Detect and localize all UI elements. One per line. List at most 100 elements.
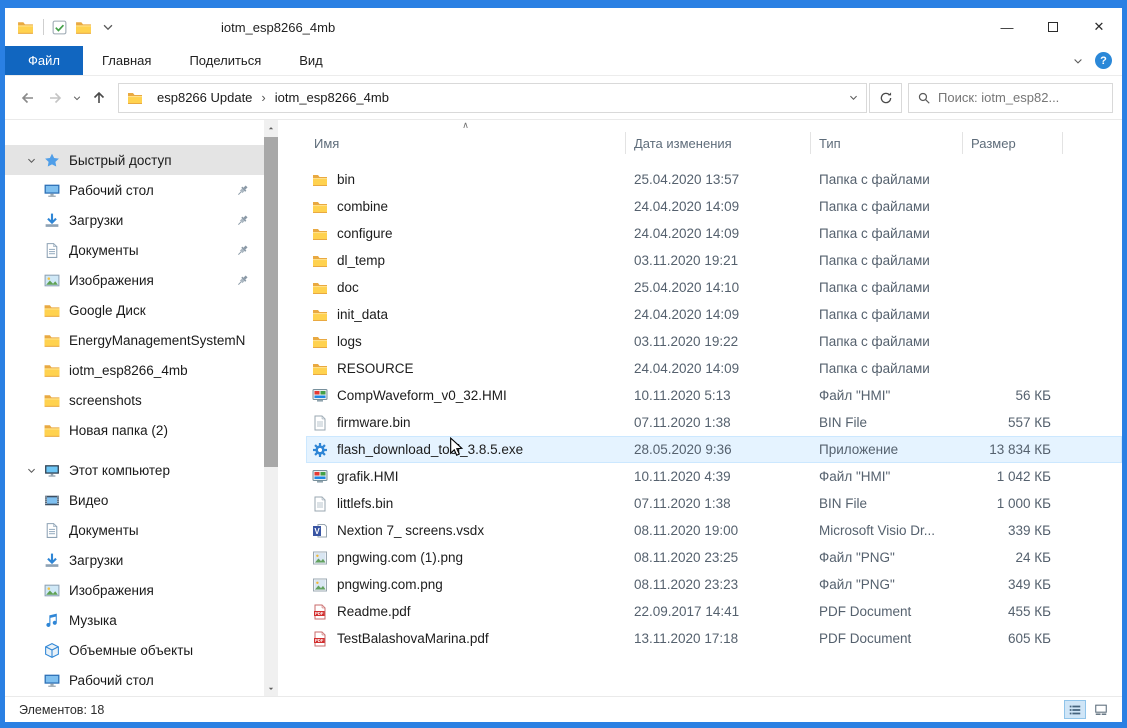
close-button[interactable]: ✕ — [1076, 8, 1122, 46]
file-date: 03.11.2020 19:22 — [626, 334, 811, 349]
file-row-pngwing-com-1-png[interactable]: pngwing.com (1).png08.11.2020 23:25Файл … — [306, 544, 1122, 571]
large-icons-view-button[interactable] — [1090, 700, 1112, 719]
sidebar-item-google-диск[interactable]: Google Диск — [5, 295, 278, 325]
tab-home[interactable]: Главная — [83, 46, 170, 75]
sidebar-item-изображения[interactable]: Изображения — [5, 575, 278, 605]
sidebar-item-загрузки[interactable]: Загрузки — [5, 545, 278, 575]
file-name: doc — [337, 280, 359, 295]
file-name-cell: grafik.HMI — [306, 469, 626, 485]
sidebar-item-изображения[interactable]: Изображения — [5, 265, 278, 295]
folder-file-icon — [312, 280, 328, 296]
expand-chevron-icon[interactable] — [21, 153, 41, 167]
breadcrumb-item-current[interactable]: iotm_esp8266_4mb — [267, 84, 397, 112]
file-row-combine[interactable]: combine24.04.2020 14:09Папка с файлами — [306, 193, 1122, 220]
new-folder-icon[interactable] — [75, 19, 92, 36]
png-file-icon — [312, 550, 328, 566]
png-file-icon — [312, 577, 328, 593]
file-date: 24.04.2020 14:09 — [626, 361, 811, 376]
properties-icon[interactable] — [51, 19, 68, 36]
file-row-resource[interactable]: RESOURCE24.04.2020 14:09Папка с файлами — [306, 355, 1122, 382]
column-header-label: Имя — [314, 136, 339, 151]
sidebar-item-быстрый-доступ[interactable]: Быстрый доступ — [5, 145, 278, 175]
details-view-button[interactable] — [1064, 700, 1086, 719]
sidebar-item-документы[interactable]: Документы — [5, 235, 278, 265]
address-dropdown-chevron-icon[interactable] — [840, 84, 866, 112]
search-input[interactable] — [938, 90, 1104, 105]
sidebar-item-рабочий-стол[interactable]: Рабочий стол — [5, 175, 278, 205]
column-header-date[interactable]: Дата изменения — [626, 132, 811, 154]
address-bar[interactable]: esp8266 Update › iotm_esp8266_4mb — [118, 83, 867, 113]
navigation-toolbar: esp8266 Update › iotm_esp8266_4mb — [5, 76, 1122, 120]
minimize-button[interactable]: — — [984, 8, 1030, 46]
sidebar-item-новая-папка-2[interactable]: Новая папка (2) — [5, 415, 278, 445]
indent-spacer — [21, 423, 41, 437]
file-row-firmware-bin[interactable]: firmware.bin07.11.2020 1:38BIN File557 К… — [306, 409, 1122, 436]
file-row-bin[interactable]: bin25.04.2020 13:57Папка с файлами — [306, 166, 1122, 193]
file-type: Файл "HMI" — [811, 388, 963, 403]
file-type: BIN File — [811, 415, 963, 430]
binfile-file-icon — [312, 415, 328, 431]
sidebar-item-label: Музыка — [69, 613, 278, 628]
svg-text:V: V — [314, 527, 320, 536]
pdf-file-icon: PDF — [312, 604, 328, 620]
file-name: firmware.bin — [337, 415, 411, 430]
file-row-init-data[interactable]: init_data24.04.2020 14:09Папка с файлами — [306, 301, 1122, 328]
file-row-dl-temp[interactable]: dl_temp03.11.2020 19:21Папка с файлами — [306, 247, 1122, 274]
expand-chevron-icon[interactable] — [21, 463, 41, 477]
file-name-cell: firmware.bin — [306, 415, 626, 431]
up-icon[interactable] — [85, 84, 112, 111]
file-name-cell: PDFTestBalashovaMarina.pdf — [306, 631, 626, 647]
sidebar-item-screenshots[interactable]: screenshots — [5, 385, 278, 415]
scroll-up-arrow-icon[interactable] — [264, 120, 278, 135]
sidebar-item-загрузки[interactable]: Загрузки — [5, 205, 278, 235]
scrollbar-thumb[interactable] — [264, 137, 278, 467]
file-row-flash-download-tool-3-8-5-exe[interactable]: flash_download_tool_3.8.5.exe28.05.2020 … — [306, 436, 1122, 463]
visio-file-icon: V — [312, 523, 328, 539]
file-name: grafik.HMI — [337, 469, 399, 484]
file-row-littlefs-bin[interactable]: littlefs.bin07.11.2020 1:38BIN File1 000… — [306, 490, 1122, 517]
sidebar-item-видео[interactable]: Видео — [5, 485, 278, 515]
file-size: 1 000 КБ — [963, 496, 1063, 511]
qat-customize-chevron[interactable] — [101, 20, 115, 34]
sidebar-item-документы[interactable]: Документы — [5, 515, 278, 545]
file-name-cell: combine — [306, 199, 626, 215]
file-row-pngwing-com-png[interactable]: pngwing.com.png08.11.2020 23:23Файл "PNG… — [306, 571, 1122, 598]
help-icon[interactable]: ? — [1095, 52, 1112, 69]
sidebar-item-energymanagementsystemn[interactable]: EnergyManagementSystemN — [5, 325, 278, 355]
sidebar-item-рабочий-стол[interactable]: Рабочий стол — [5, 665, 278, 695]
file-row-doc[interactable]: doc25.04.2020 14:10Папка с файлами — [306, 274, 1122, 301]
maximize-button[interactable] — [1030, 8, 1076, 46]
tab-file[interactable]: Файл — [5, 46, 83, 75]
search-box[interactable] — [908, 83, 1113, 113]
file-row-readme-pdf[interactable]: PDFReadme.pdf22.09.2017 14:41PDF Documen… — [306, 598, 1122, 625]
ribbon-collapse-chevron-icon[interactable] — [1067, 46, 1089, 75]
file-row-compwaveform-v0-32-hmi[interactable]: CompWaveform_v0_32.HMI10.11.2020 5:13Фай… — [306, 382, 1122, 409]
scroll-down-arrow-icon[interactable] — [264, 681, 278, 696]
forward-icon[interactable] — [41, 84, 68, 111]
file-row-testbalashovamarina-pdf[interactable]: PDFTestBalashovaMarina.pdf13.11.2020 17:… — [306, 625, 1122, 652]
sidebar-item-iotm-esp8266-4mb[interactable]: iotm_esp8266_4mb — [5, 355, 278, 385]
file-name: bin — [337, 172, 355, 187]
tab-share[interactable]: Поделиться — [170, 46, 280, 75]
file-row-configure[interactable]: configure24.04.2020 14:09Папка с файлами — [306, 220, 1122, 247]
column-header-size[interactable]: Размер — [963, 132, 1063, 154]
sidebar-item-музыка[interactable]: Музыка — [5, 605, 278, 635]
file-row-nextion-7-screens-vsdx[interactable]: VNextion 7_ screens.vsdx08.11.2020 19:00… — [306, 517, 1122, 544]
column-header-type[interactable]: Тип — [811, 132, 963, 154]
file-row-logs[interactable]: logs03.11.2020 19:22Папка с файлами — [306, 328, 1122, 355]
back-icon[interactable] — [14, 84, 41, 111]
sidebar-item-объемные-объекты[interactable]: Объемные объекты — [5, 635, 278, 665]
recent-locations-chevron-icon[interactable] — [68, 84, 85, 111]
sidebar-item-этот-компьютер[interactable]: Этот компьютер — [5, 455, 278, 485]
file-name-cell: dl_temp — [306, 253, 626, 269]
file-name: pngwing.com (1).png — [337, 550, 463, 565]
items-count: Элементов: 18 — [19, 703, 104, 717]
refresh-button[interactable] — [869, 83, 902, 113]
file-row-grafik-hmi[interactable]: grafik.HMI10.11.2020 4:39Файл "HMI"1 042… — [306, 463, 1122, 490]
file-type: Папка с файлами — [811, 199, 963, 214]
tab-view[interactable]: Вид — [280, 46, 342, 75]
file-type: PDF Document — [811, 631, 963, 646]
sidebar-scrollbar[interactable] — [264, 120, 278, 696]
breadcrumb-item-parent[interactable]: esp8266 Update — [149, 84, 260, 112]
column-header-name[interactable]: ∧ Имя — [306, 132, 626, 154]
